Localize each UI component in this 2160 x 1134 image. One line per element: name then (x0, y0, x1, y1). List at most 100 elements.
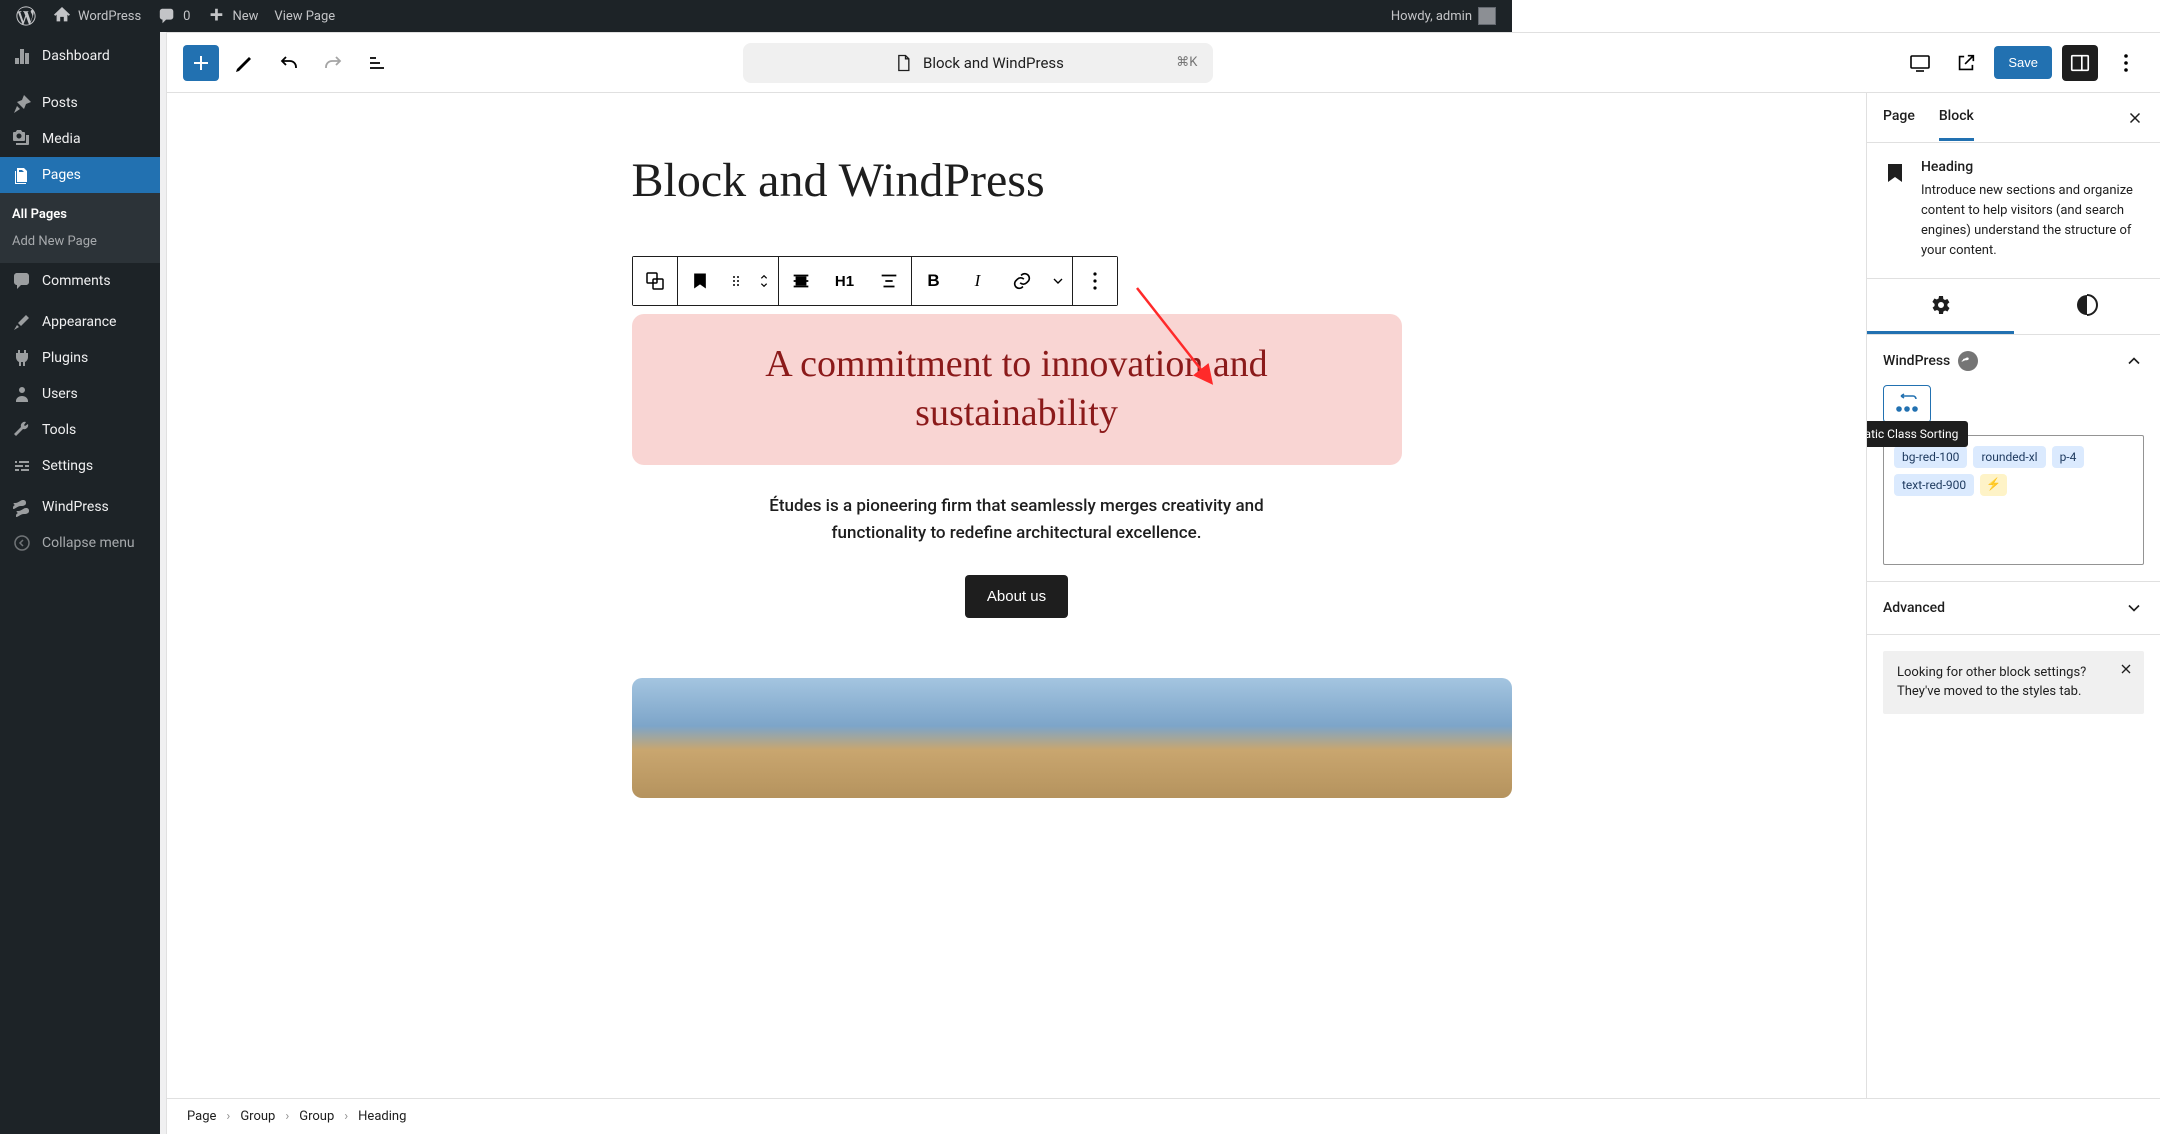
sidebar-item-plugins[interactable]: Plugins (0, 340, 160, 376)
link-button[interactable] (1000, 257, 1044, 305)
tab-block[interactable]: Block (1939, 94, 1974, 141)
block-card: Heading Introduce new sections and organ… (1867, 143, 2160, 279)
drag-handle[interactable] (722, 257, 750, 305)
view-page-label: View Page (274, 9, 335, 24)
settings-toggle-button[interactable] (2062, 45, 2098, 81)
subtab-styles[interactable] (2014, 279, 2160, 334)
crumb[interactable]: Heading (358, 1109, 406, 1124)
bold-button[interactable]: B (912, 257, 956, 305)
settings-tip: Looking for other block settings? They'v… (1883, 651, 2144, 714)
heading-block-icon (1883, 161, 1907, 185)
media-icon (12, 129, 32, 149)
chevron-right-icon: › (226, 1109, 230, 1124)
tools-button[interactable] (227, 45, 263, 81)
windpress-panel: WindPress Automatic Class Sorting (1867, 335, 2160, 582)
class-sort-button[interactable] (1883, 385, 1931, 423)
heading-level-button[interactable]: H1 (823, 257, 867, 305)
site-name-label: WordPress (78, 9, 141, 24)
new-content[interactable]: New (198, 0, 266, 32)
view-page[interactable]: View Page (266, 0, 343, 32)
italic-button[interactable]: I (956, 257, 1000, 305)
advanced-panel: Advanced (1867, 582, 2160, 635)
redo-button[interactable] (315, 45, 351, 81)
howdy-label: Howdy, admin (1391, 9, 1472, 24)
sidebar-item-dashboard[interactable]: Dashboard (0, 32, 160, 80)
advanced-panel-toggle[interactable]: Advanced (1883, 598, 2144, 618)
class-sort-tooltip: Automatic Class Sorting (1866, 421, 1968, 447)
home-icon (52, 6, 72, 26)
admin-bar: WordPress 0 New View Page Howdy, admin (0, 0, 1512, 32)
comments-count-label: 0 (183, 9, 190, 24)
crumb[interactable]: Page (187, 1109, 216, 1124)
settings-slider-icon (12, 456, 32, 476)
class-pill[interactable]: text-red-900 (1894, 474, 1974, 496)
sidebar-item-settings[interactable]: Settings (0, 448, 160, 484)
sidebar-item-tools[interactable]: Tools (0, 412, 160, 448)
sidebar-collapse[interactable]: Collapse menu (0, 525, 160, 561)
subtab-settings[interactable] (1867, 279, 2014, 334)
editor-canvas[interactable]: Block and WindPress (167, 93, 1866, 1098)
block-breadcrumb: Page › Group › Group › Heading (167, 1098, 2160, 1134)
close-inspector-button[interactable] (2126, 109, 2144, 127)
text-align-button[interactable] (867, 257, 911, 305)
avatar-icon (1478, 7, 1496, 25)
comment-icon (157, 6, 177, 26)
crumb[interactable]: Group (299, 1109, 334, 1124)
chevron-up-icon (2124, 351, 2144, 371)
class-pill[interactable]: rounded-xl (1973, 446, 2045, 468)
sidebar-item-appearance[interactable]: Appearance (0, 304, 160, 340)
wordpress-logo-icon (16, 6, 36, 26)
undo-button[interactable] (271, 45, 307, 81)
pin-icon (12, 93, 32, 113)
editor: Block and WindPress ⌘K Save (160, 32, 2160, 1134)
windpress-icon (12, 497, 32, 517)
document-overview-button[interactable] (359, 45, 395, 81)
select-parent-button[interactable] (633, 257, 677, 305)
options-button[interactable] (2108, 45, 2144, 81)
class-input[interactable]: bg-red-100 rounded-xl p-4 text-red-900 ⚡ (1883, 435, 2144, 565)
heading-block[interactable]: A commitment to innovation and sustainab… (632, 314, 1402, 465)
open-new-tab-button[interactable] (1948, 45, 1984, 81)
sidebar-item-label: Appearance (42, 314, 116, 330)
document-title-bar[interactable]: Block and WindPress ⌘K (743, 43, 1213, 83)
block-options-button[interactable] (1073, 257, 1117, 305)
paragraph-block[interactable]: Études is a pioneering firm that seamles… (737, 493, 1297, 547)
wp-logo[interactable] (8, 0, 44, 32)
admin-sidebar: Dashboard Posts Media Pages All Pages Ad… (0, 32, 160, 1134)
chevron-down-icon (2124, 598, 2144, 618)
sidebar-sub-add-page[interactable]: Add New Page (0, 228, 160, 255)
block-type-button[interactable] (678, 257, 722, 305)
about-button[interactable]: About us (965, 575, 1068, 618)
crumb[interactable]: Group (240, 1109, 275, 1124)
image-block[interactable] (632, 678, 1512, 798)
editor-toolbar: Block and WindPress ⌘K Save (167, 33, 2160, 93)
advanced-label: Advanced (1883, 600, 1945, 616)
sidebar-item-pages[interactable]: Pages (0, 157, 160, 193)
class-pill[interactable]: bg-red-100 (1894, 446, 1967, 468)
page-title[interactable]: Block and WindPress (632, 153, 1402, 208)
inserter-button[interactable] (183, 45, 219, 81)
move-up-down-button[interactable] (750, 257, 778, 305)
sidebar-item-comments[interactable]: Comments (0, 263, 160, 299)
windpress-panel-toggle[interactable]: WindPress (1883, 351, 2144, 371)
pages-icon (12, 165, 32, 185)
tab-page[interactable]: Page (1883, 94, 1915, 141)
comments-count[interactable]: 0 (149, 0, 198, 32)
plugin-icon (12, 348, 32, 368)
more-rich-text-button[interactable] (1044, 257, 1072, 305)
sidebar-sub-all-pages[interactable]: All Pages (0, 201, 160, 228)
collapse-icon (12, 533, 32, 553)
page-icon (893, 53, 913, 73)
sidebar-item-users[interactable]: Users (0, 376, 160, 412)
site-name[interactable]: WordPress (44, 0, 149, 32)
align-button[interactable] (779, 257, 823, 305)
account-menu[interactable]: Howdy, admin (1383, 0, 1504, 32)
sidebar-item-posts[interactable]: Posts (0, 85, 160, 121)
sidebar-item-media[interactable]: Media (0, 121, 160, 157)
view-button[interactable] (1902, 45, 1938, 81)
class-suggestion-icon[interactable]: ⚡ (1980, 474, 2007, 496)
tip-close-button[interactable] (2118, 661, 2134, 677)
class-pill[interactable]: p-4 (2052, 446, 2085, 468)
sidebar-item-windpress[interactable]: WindPress (0, 489, 160, 525)
save-button[interactable]: Save (1994, 46, 2052, 79)
